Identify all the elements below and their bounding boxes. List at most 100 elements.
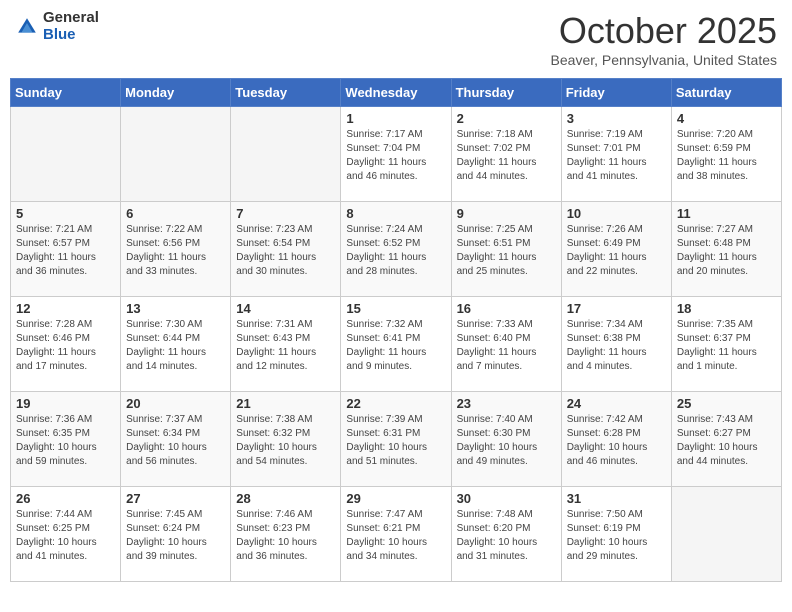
calendar-cell: 8 Sunrise: 7:24 AM Sunset: 6:52 PM Daylig… xyxy=(341,202,451,297)
day-number: 6 xyxy=(126,206,225,221)
day-number: 29 xyxy=(346,491,445,506)
calendar-cell: 21 Sunrise: 7:38 AM Sunset: 6:32 PM Dayli… xyxy=(231,392,341,487)
calendar-cell: 9 Sunrise: 7:25 AM Sunset: 6:51 PM Daylig… xyxy=(451,202,561,297)
calendar-week-row: 19 Sunrise: 7:36 AM Sunset: 6:35 PM Dayli… xyxy=(11,392,782,487)
calendar-cell xyxy=(121,107,231,202)
day-info: Sunrise: 7:31 AM Sunset: 6:43 PM Dayligh… xyxy=(236,318,335,374)
day-number: 13 xyxy=(126,301,225,316)
calendar-cell: 3Sunrise: 7:19 AM Sunset: 7:01 PM Daylig… xyxy=(561,107,671,202)
day-number: 18 xyxy=(677,301,776,316)
day-number: 30 xyxy=(457,491,556,506)
day-number: 19 xyxy=(16,396,115,411)
day-info: Sunrise: 7:40 AM Sunset: 6:30 PM Dayligh… xyxy=(457,413,556,469)
calendar-cell: 20Sunrise: 7:37 AM Sunset: 6:34 PM Dayli… xyxy=(121,392,231,487)
header-wednesday: Wednesday xyxy=(341,79,451,107)
day-number: 5 xyxy=(16,206,115,221)
day-number: 15 xyxy=(346,301,445,316)
day-info: Sunrise: 7:45 AM Sunset: 6:24 PM Dayligh… xyxy=(126,508,225,564)
day-number: 24 xyxy=(567,396,666,411)
day-number: 7 xyxy=(236,206,335,221)
calendar-week-row: 12 Sunrise: 7:28 AM Sunset: 6:46 PM Dayli… xyxy=(11,297,782,392)
day-number: 23 xyxy=(457,396,556,411)
day-number: 17 xyxy=(567,301,666,316)
day-number: 16 xyxy=(457,301,556,316)
day-number: 1 xyxy=(346,111,445,126)
day-info: Sunrise: 7:39 AM Sunset: 6:31 PM Dayligh… xyxy=(346,413,445,469)
day-number: 26 xyxy=(16,491,115,506)
day-number: 14 xyxy=(236,301,335,316)
day-number: 25 xyxy=(677,396,776,411)
calendar-cell: 11 Sunrise: 7:27 AM Sunset: 6:48 PM Dayli… xyxy=(671,202,781,297)
calendar-cell: 13 Sunrise: 7:30 AM Sunset: 6:44 PM Dayli… xyxy=(121,297,231,392)
calendar-cell: 23 Sunrise: 7:40 AM Sunset: 6:30 PM Dayli… xyxy=(451,392,561,487)
calendar-cell xyxy=(231,107,341,202)
day-number: 22 xyxy=(346,396,445,411)
day-info: Sunrise: 7:34 AM Sunset: 6:38 PM Dayligh… xyxy=(567,318,666,374)
day-info: Sunrise: 7:48 AM Sunset: 6:20 PM Dayligh… xyxy=(457,508,556,564)
calendar-cell: 7Sunrise: 7:23 AM Sunset: 6:54 PM Daylig… xyxy=(231,202,341,297)
calendar-week-row: 5Sunrise: 7:21 AM Sunset: 6:57 PM Daylig… xyxy=(11,202,782,297)
calendar-cell: 10Sunrise: 7:26 AM Sunset: 6:49 PM Dayli… xyxy=(561,202,671,297)
day-number: 8 xyxy=(346,206,445,221)
day-info: Sunrise: 7:50 AM Sunset: 6:19 PM Dayligh… xyxy=(567,508,666,564)
header-thursday: Thursday xyxy=(451,79,561,107)
logo-blue-text: Blue xyxy=(43,27,99,44)
day-number: 21 xyxy=(236,396,335,411)
calendar-cell: 18 Sunrise: 7:35 AM Sunset: 6:37 PM Dayli… xyxy=(671,297,781,392)
day-number: 9 xyxy=(457,206,556,221)
calendar-cell: 31 Sunrise: 7:50 AM Sunset: 6:19 PM Dayli… xyxy=(561,487,671,582)
day-number: 31 xyxy=(567,491,666,506)
day-info: Sunrise: 7:36 AM Sunset: 6:35 PM Dayligh… xyxy=(16,413,115,469)
header-tuesday: Tuesday xyxy=(231,79,341,107)
calendar-cell xyxy=(671,487,781,582)
calendar-week-row: 26 Sunrise: 7:44 AM Sunset: 6:25 PM Dayli… xyxy=(11,487,782,582)
header-monday: Monday xyxy=(121,79,231,107)
title-area: October 2025 Beaver, Pennsylvania, Unite… xyxy=(551,10,777,68)
day-number: 28 xyxy=(236,491,335,506)
day-info: Sunrise: 7:43 AM Sunset: 6:27 PM Dayligh… xyxy=(677,413,776,469)
logo: General Blue xyxy=(15,10,99,43)
day-info: Sunrise: 7:17 AM Sunset: 7:04 PM Dayligh… xyxy=(346,128,445,184)
calendar-cell: 25 Sunrise: 7:43 AM Sunset: 6:27 PM Dayli… xyxy=(671,392,781,487)
calendar-cell: 4 Sunrise: 7:20 AM Sunset: 6:59 PM Daylig… xyxy=(671,107,781,202)
calendar-cell: 15Sunrise: 7:32 AM Sunset: 6:41 PM Dayli… xyxy=(341,297,451,392)
calendar-cell xyxy=(11,107,121,202)
calendar-cell: 30 Sunrise: 7:48 AM Sunset: 6:20 PM Dayli… xyxy=(451,487,561,582)
calendar-cell: 6 Sunrise: 7:22 AM Sunset: 6:56 PM Daylig… xyxy=(121,202,231,297)
calendar-week-row: 1 Sunrise: 7:17 AM Sunset: 7:04 PM Daylig… xyxy=(11,107,782,202)
day-info: Sunrise: 7:38 AM Sunset: 6:32 PM Dayligh… xyxy=(236,413,335,469)
day-info: Sunrise: 7:28 AM Sunset: 6:46 PM Dayligh… xyxy=(16,318,115,374)
day-info: Sunrise: 7:44 AM Sunset: 6:25 PM Dayligh… xyxy=(16,508,115,564)
day-number: 10 xyxy=(567,206,666,221)
day-number: 12 xyxy=(16,301,115,316)
day-info: Sunrise: 7:20 AM Sunset: 6:59 PM Dayligh… xyxy=(677,128,776,184)
day-number: 11 xyxy=(677,206,776,221)
calendar-cell: 27Sunrise: 7:45 AM Sunset: 6:24 PM Dayli… xyxy=(121,487,231,582)
day-info: Sunrise: 7:18 AM Sunset: 7:02 PM Dayligh… xyxy=(457,128,556,184)
calendar-table: SundayMondayTuesdayWednesdayThursdayFrid… xyxy=(10,78,782,582)
day-info: Sunrise: 7:25 AM Sunset: 6:51 PM Dayligh… xyxy=(457,223,556,279)
calendar-cell: 2Sunrise: 7:18 AM Sunset: 7:02 PM Daylig… xyxy=(451,107,561,202)
page-header: General Blue October 2025 Beaver, Pennsy… xyxy=(10,10,782,68)
logo-icon xyxy=(15,15,39,39)
day-info: Sunrise: 7:24 AM Sunset: 6:52 PM Dayligh… xyxy=(346,223,445,279)
day-info: Sunrise: 7:19 AM Sunset: 7:01 PM Dayligh… xyxy=(567,128,666,184)
calendar-cell: 12 Sunrise: 7:28 AM Sunset: 6:46 PM Dayli… xyxy=(11,297,121,392)
header-saturday: Saturday xyxy=(671,79,781,107)
calendar-cell: 17 Sunrise: 7:34 AM Sunset: 6:38 PM Dayli… xyxy=(561,297,671,392)
day-number: 4 xyxy=(677,111,776,126)
calendar-cell: 19 Sunrise: 7:36 AM Sunset: 6:35 PM Dayli… xyxy=(11,392,121,487)
day-info: Sunrise: 7:37 AM Sunset: 6:34 PM Dayligh… xyxy=(126,413,225,469)
calendar-cell: 14 Sunrise: 7:31 AM Sunset: 6:43 PM Dayli… xyxy=(231,297,341,392)
day-info: Sunrise: 7:22 AM Sunset: 6:56 PM Dayligh… xyxy=(126,223,225,279)
day-info: Sunrise: 7:27 AM Sunset: 6:48 PM Dayligh… xyxy=(677,223,776,279)
location-text: Beaver, Pennsylvania, United States xyxy=(551,52,777,68)
calendar-cell: 1 Sunrise: 7:17 AM Sunset: 7:04 PM Daylig… xyxy=(341,107,451,202)
day-info: Sunrise: 7:35 AM Sunset: 6:37 PM Dayligh… xyxy=(677,318,776,374)
calendar-cell: 24Sunrise: 7:42 AM Sunset: 6:28 PM Dayli… xyxy=(561,392,671,487)
calendar-cell: 5Sunrise: 7:21 AM Sunset: 6:57 PM Daylig… xyxy=(11,202,121,297)
header-sunday: Sunday xyxy=(11,79,121,107)
day-info: Sunrise: 7:30 AM Sunset: 6:44 PM Dayligh… xyxy=(126,318,225,374)
calendar-cell: 29Sunrise: 7:47 AM Sunset: 6:21 PM Dayli… xyxy=(341,487,451,582)
calendar-header-row: SundayMondayTuesdayWednesdayThursdayFrid… xyxy=(11,79,782,107)
